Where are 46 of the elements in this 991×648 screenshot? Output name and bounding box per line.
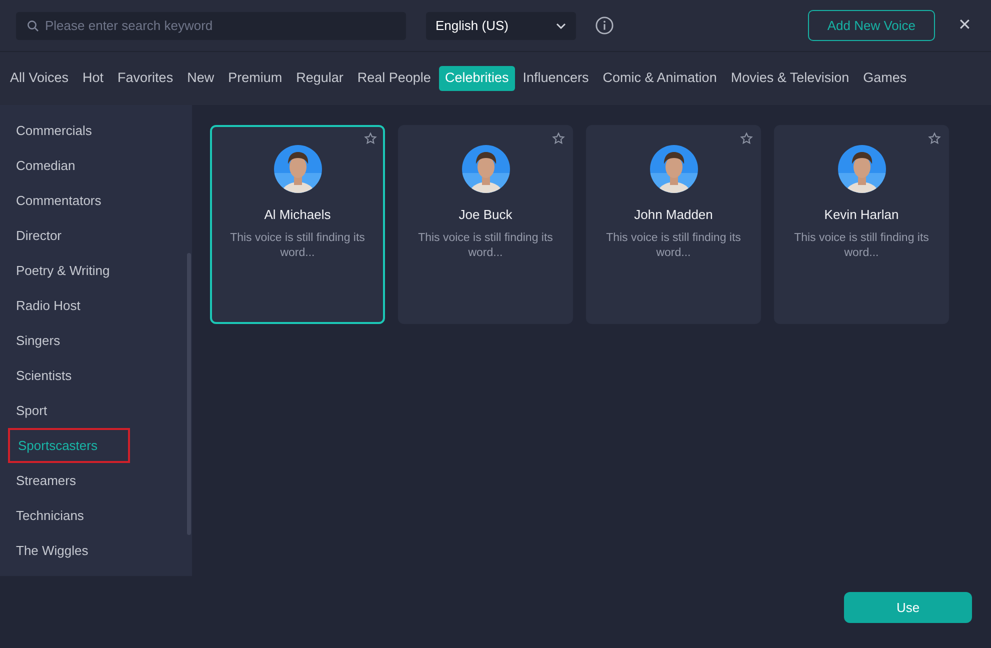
category-tab[interactable]: Games	[857, 66, 913, 91]
voice-name: John Madden	[633, 206, 714, 224]
voice-card[interactable]: Joe Buck This voice is still finding its word...	[398, 125, 573, 324]
sidebar-item[interactable]: Scientists	[8, 358, 130, 393]
voice-card[interactable]: Al Michaels This voice is still finding its word...	[210, 125, 385, 324]
voice-description: This voice is still finding its word...	[417, 230, 554, 262]
voice-card[interactable]: John Madden This voice is still finding its word...	[586, 125, 761, 324]
sidebar-item[interactable]: Sportscasters	[8, 428, 130, 463]
category-tab[interactable]: New	[181, 66, 220, 91]
voice-name: Al Michaels	[263, 206, 332, 224]
voice-card[interactable]: Kevin Harlan This voice is still finding its word...	[774, 125, 949, 324]
star-icon[interactable]	[928, 132, 941, 145]
star-icon[interactable]	[364, 132, 377, 145]
add-voice-button[interactable]: Add New Voice	[808, 10, 934, 41]
category-tab[interactable]: Real People	[351, 66, 437, 91]
category-tab[interactable]: Movies & Television	[724, 66, 856, 91]
sidebar-item[interactable]: The Wiggles	[8, 533, 130, 568]
voice-name: Joe Buck	[458, 206, 514, 224]
sidebar-item[interactable]: Streamers	[8, 463, 130, 498]
category-tab[interactable]: Comic & Animation	[596, 66, 723, 91]
voice-description: This voice is still finding its word...	[229, 230, 366, 262]
language-dropdown[interactable]: English (US)	[426, 12, 576, 40]
sidebar-item[interactable]: Poetry & Writing	[8, 253, 130, 288]
close-button[interactable]: ✕	[954, 14, 975, 38]
category-tab[interactable]: Regular	[290, 66, 350, 91]
sidebar-item[interactable]: Technicians	[8, 498, 130, 533]
voice-description: This voice is still finding its word...	[793, 230, 930, 262]
category-tab[interactable]: Hot	[76, 66, 110, 91]
sidebar-item[interactable]: Sport	[8, 393, 130, 428]
sidebar-item[interactable]: Singers	[8, 323, 130, 358]
category-tab[interactable]: All Voices	[4, 66, 75, 91]
sidebar-item[interactable]: Commercials	[8, 113, 130, 148]
info-icon[interactable]	[595, 16, 614, 35]
star-icon[interactable]	[552, 132, 565, 145]
sidebar-item[interactable]: Commentators	[8, 183, 130, 218]
voice-name: Kevin Harlan	[823, 206, 900, 224]
category-tab[interactable]: Favorites	[112, 66, 180, 91]
sidebar-item[interactable]: Radio Host	[8, 288, 130, 323]
category-tab[interactable]: Premium	[222, 66, 288, 91]
voice-description: This voice is still finding its word...	[605, 230, 742, 262]
search-field[interactable]: Please enter search keyword	[16, 12, 406, 40]
chevron-down-icon	[556, 22, 566, 28]
category-tab[interactable]: Influencers	[516, 66, 595, 91]
sidebar-item[interactable]: Director	[8, 218, 130, 253]
sidebar-item[interactable]: Comedian	[8, 148, 130, 183]
star-icon[interactable]	[740, 132, 753, 145]
